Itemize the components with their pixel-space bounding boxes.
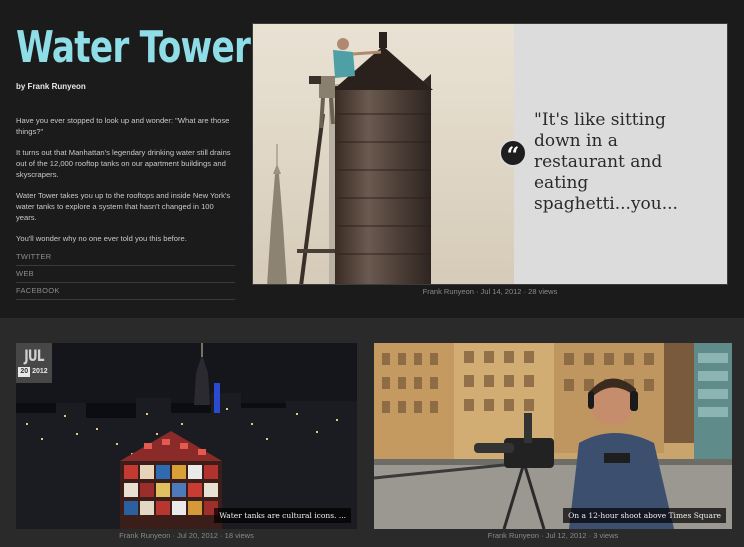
quote-icon: “ (499, 139, 527, 169)
social-links: TWITTER WEB FACEBOOK (16, 249, 235, 300)
card-overlay-title: Water tanks are cultural icons. ... (214, 508, 351, 523)
card-caption: Frank Runyeon · Jul 12, 2012 · 3 views (487, 531, 619, 540)
description-paragraph: Have you ever stopped to look up and won… (16, 116, 230, 136)
date-month: JUL (24, 346, 44, 365)
featured-thumbnail[interactable] (253, 24, 514, 284)
project-sidebar: Water Tower by Frank Runyeon Have you ev… (16, 22, 251, 300)
video-card[interactable]: JUL 20 2012 Water tanks are cultural ico… (16, 343, 357, 529)
card-overlay-title: On a 12-hour shoot above Times Square (563, 508, 726, 523)
featured-quote-panel[interactable]: "It's like sitting down in a restaurant … (514, 24, 727, 284)
description-paragraph: You'll wonder why no one ever told you t… (16, 234, 187, 243)
date-badge: JUL 20 2012 (16, 343, 52, 383)
project-title: Water Tower (16, 22, 251, 73)
project-description: Have you ever stopped to look up and won… (16, 115, 236, 244)
description-paragraph: Water Tower takes you up to the rooftops… (16, 191, 231, 222)
description-paragraph: It turns out that Manhattan's legendary … (16, 148, 231, 179)
date-year: 2012 (32, 368, 48, 375)
web-link[interactable]: WEB (16, 266, 235, 283)
twitter-link[interactable]: TWITTER (16, 249, 235, 266)
facebook-link[interactable]: FACEBOOK (16, 283, 235, 300)
featured-video[interactable]: "It's like sitting down in a restaurant … (252, 23, 728, 285)
featured-quote-text: "It's like sitting down in a restaurant … (534, 110, 678, 214)
date-day: 20 (18, 367, 31, 377)
video-card[interactable]: On a 12-hour shoot above Times Square (374, 343, 732, 529)
card-caption: Frank Runyeon · Jul 20, 2012 · 18 views (119, 531, 254, 540)
featured-caption: Frank Runyeon · Jul 14, 2012 · 28 views (422, 287, 558, 296)
project-byline: by Frank Runyeon (16, 82, 86, 91)
